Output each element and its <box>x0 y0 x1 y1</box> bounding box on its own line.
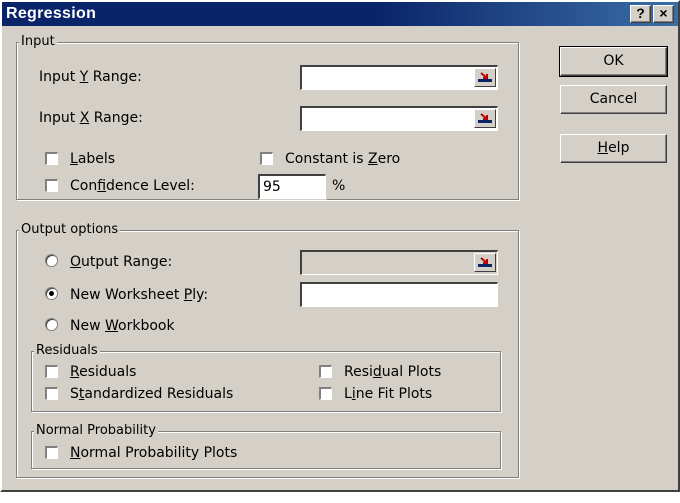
range-selector-icon <box>478 72 492 82</box>
new-workbook-radio[interactable] <box>45 318 58 331</box>
help-question-button[interactable]: ? <box>630 5 651 23</box>
range-selector-icon <box>478 113 492 123</box>
regression-dialog: Regression ? × Input Input Y Range: Inpu… <box>0 0 680 492</box>
confidence-level-label[interactable]: Confidence Level: <box>70 177 195 195</box>
labels-checkbox[interactable] <box>45 152 58 165</box>
line-fit-plots-checkbox[interactable] <box>319 387 332 400</box>
input-x-range-label: Input X Range: <box>39 110 143 126</box>
constant-is-zero-label[interactable]: Constant is Zero <box>285 150 400 168</box>
new-workbook-label[interactable]: New Workbook <box>70 317 175 335</box>
residual-plots-checkbox[interactable] <box>319 365 332 378</box>
collapse-dialog-button[interactable] <box>474 68 496 87</box>
radio-selected-dot <box>49 291 54 296</box>
normal-probability-plots-label[interactable]: Normal Probability Plots <box>70 444 237 462</box>
help-button[interactable]: Help <box>560 134 667 163</box>
input-x-range-field[interactable] <box>300 106 498 131</box>
confidence-level-input[interactable]: 95 <box>258 174 326 199</box>
new-worksheet-ply-field[interactable] <box>300 282 498 307</box>
cancel-button[interactable]: Cancel <box>560 85 667 114</box>
output-range-radio[interactable] <box>45 254 58 267</box>
close-button[interactable]: × <box>653 5 674 23</box>
close-icon: × <box>659 5 668 21</box>
line-fit-plots-label[interactable]: Line Fit Plots <box>344 385 432 403</box>
input-y-range-label: Input Y Range: <box>39 69 142 85</box>
percent-sign: % <box>332 178 346 194</box>
output-range-field[interactable] <box>300 250 498 275</box>
input-group-legend: Input <box>19 34 57 49</box>
range-selector-icon <box>478 257 492 267</box>
output-range-label[interactable]: Output Range: <box>70 253 172 271</box>
standardized-residuals-checkbox[interactable] <box>45 387 58 400</box>
labels-label[interactable]: Labels <box>70 150 115 168</box>
new-worksheet-ply-radio[interactable] <box>45 287 58 300</box>
standardized-residuals-label[interactable]: Standardized Residuals <box>70 385 233 403</box>
question-icon: ? <box>636 5 645 21</box>
input-y-range-field[interactable] <box>300 65 498 90</box>
normal-probability-legend: Normal Probability <box>34 423 158 438</box>
confidence-level-checkbox[interactable] <box>45 179 58 192</box>
residuals-checkbox[interactable] <box>45 365 58 378</box>
residuals-label[interactable]: Residuals <box>70 363 136 381</box>
collapse-dialog-button[interactable] <box>474 109 496 128</box>
ok-button[interactable]: OK <box>559 46 668 77</box>
normal-probability-plots-checkbox[interactable] <box>45 446 58 459</box>
output-options-legend: Output options <box>19 222 121 237</box>
title-bar[interactable]: Regression ? × <box>2 2 678 26</box>
constant-is-zero-checkbox[interactable] <box>260 152 273 165</box>
residual-plots-label[interactable]: Residual Plots <box>344 363 441 381</box>
new-worksheet-ply-label[interactable]: New Worksheet Ply: <box>70 286 208 304</box>
residuals-group-legend: Residuals <box>34 343 100 358</box>
collapse-dialog-button[interactable] <box>474 253 496 272</box>
dialog-title: Regression <box>6 5 97 22</box>
